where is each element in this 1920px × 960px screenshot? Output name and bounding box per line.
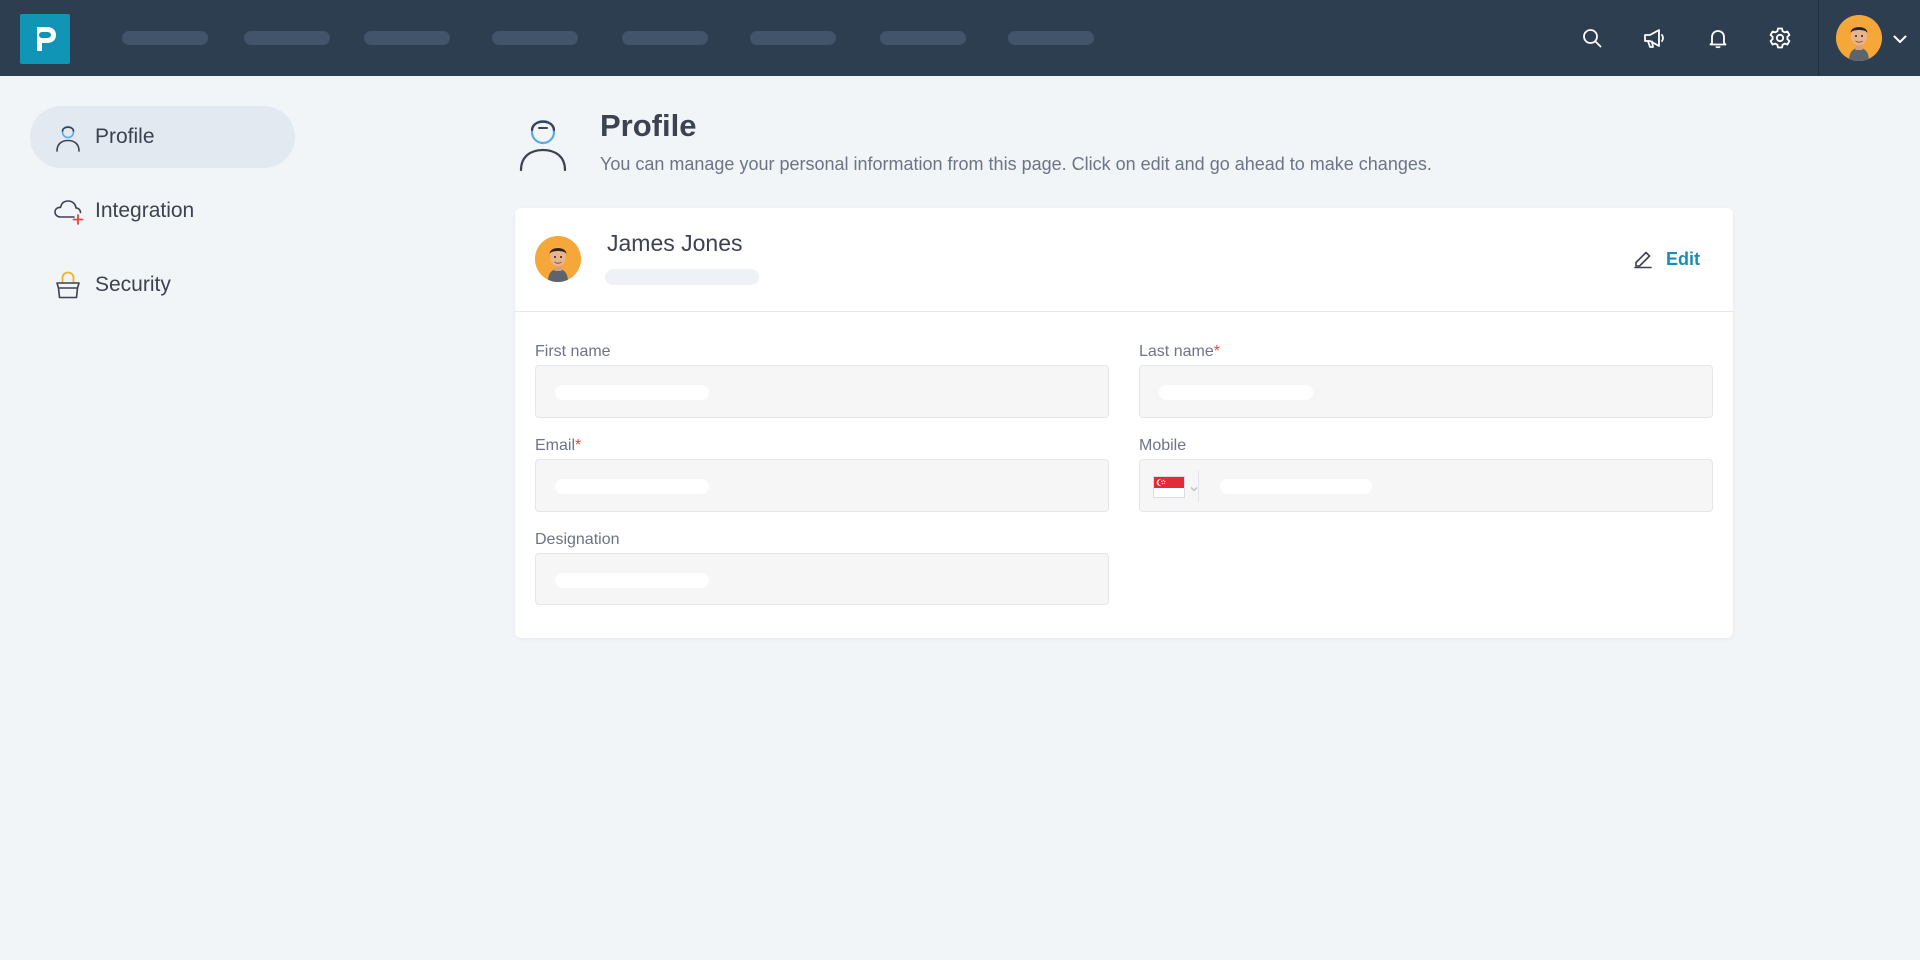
country-divider	[1198, 471, 1199, 502]
field-value-placeholder	[1220, 479, 1372, 494]
mobile-field[interactable]	[1139, 459, 1713, 512]
designation-label: Designation	[535, 531, 620, 548]
edit-button-label: Edit	[1666, 248, 1700, 269]
profile-subtitle-placeholder	[605, 269, 759, 285]
user-avatar[interactable]	[1836, 15, 1882, 61]
nav-item-placeholder[interactable]	[750, 31, 836, 45]
singapore-flag-icon[interactable]	[1153, 476, 1185, 498]
mobile-label: Mobile	[1139, 437, 1187, 454]
top-navigation-bar	[0, 0, 1920, 76]
user-icon	[52, 121, 84, 153]
first-name-field[interactable]	[535, 365, 1109, 418]
edit-button[interactable]: Edit	[1632, 244, 1712, 274]
nav-item-placeholder[interactable]	[622, 31, 708, 45]
profile-name: James Jones	[607, 230, 743, 256]
sidebar-item-label: Security	[95, 273, 171, 296]
sidebar-item-label: Profile	[95, 125, 155, 148]
logo-mark-icon	[37, 27, 56, 51]
first-name-label: First name	[535, 343, 611, 360]
bell-icon[interactable]	[1704, 24, 1732, 52]
page-title: Profile	[600, 108, 697, 143]
nav-item-placeholder[interactable]	[244, 31, 330, 45]
search-icon[interactable]	[1578, 24, 1606, 52]
profile-card-header: James Jones Edit	[515, 208, 1733, 312]
megaphone-icon[interactable]	[1641, 24, 1669, 52]
gear-icon[interactable]	[1766, 24, 1794, 52]
field-value-placeholder	[555, 479, 709, 494]
app-logo[interactable]	[20, 14, 70, 64]
cloud-plus-icon	[52, 195, 84, 227]
chevron-down-icon[interactable]	[1891, 30, 1909, 48]
required-marker: *	[1213, 343, 1220, 360]
page-description: You can manage your personal information…	[600, 154, 1432, 174]
sidebar-item-security[interactable]: Security	[30, 254, 295, 316]
field-value-placeholder	[555, 573, 709, 588]
lock-icon	[52, 269, 84, 301]
last-name-label: Last name*	[1139, 343, 1220, 360]
sidebar-item-label: Integration	[95, 199, 195, 222]
nav-item-placeholder[interactable]	[1008, 31, 1094, 45]
last-name-field[interactable]	[1139, 365, 1713, 418]
profile-header-icon	[515, 112, 571, 174]
required-marker: *	[575, 437, 582, 454]
field-value-placeholder	[555, 385, 709, 400]
profile-card: James Jones Edit First name Last name* E…	[515, 208, 1733, 638]
nav-item-placeholder[interactable]	[880, 31, 966, 45]
email-label: Email*	[535, 437, 582, 454]
sidebar-item-integration[interactable]: Integration	[30, 180, 295, 242]
designation-field[interactable]	[535, 553, 1109, 605]
pencil-icon	[1634, 251, 1652, 269]
field-value-placeholder	[1159, 385, 1313, 400]
nav-item-placeholder[interactable]	[122, 31, 208, 45]
topbar-divider	[1818, 0, 1819, 76]
nav-item-placeholder[interactable]	[492, 31, 578, 45]
email-field[interactable]	[535, 459, 1109, 512]
nav-item-placeholder[interactable]	[364, 31, 450, 45]
avatar	[535, 236, 581, 282]
sidebar-item-profile[interactable]: Profile	[30, 106, 295, 168]
